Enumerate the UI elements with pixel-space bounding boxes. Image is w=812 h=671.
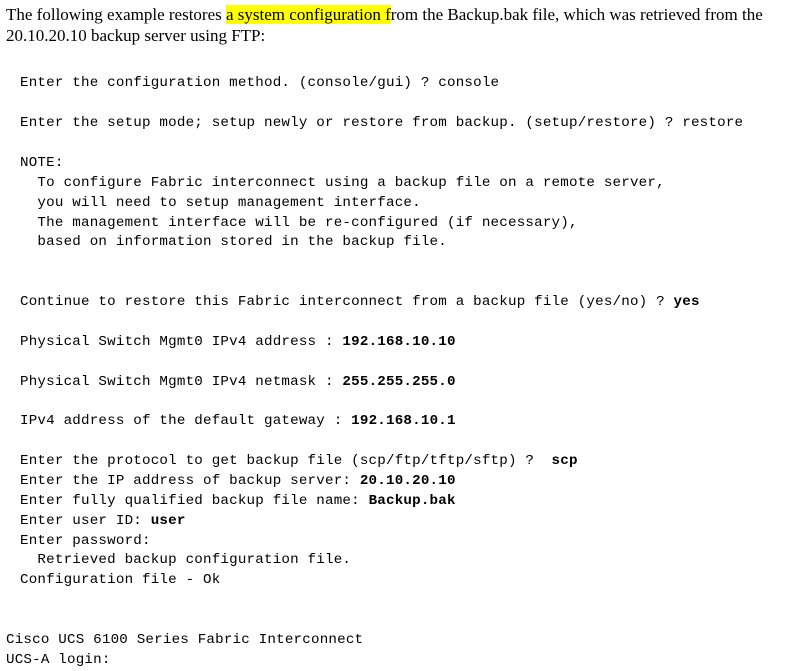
userid-prompt: Enter user ID: [20, 513, 151, 529]
note-line-2: you will need to setup management interf… [20, 195, 421, 211]
protocol-prompt: Enter the protocol to get backup file (s… [20, 453, 552, 469]
footer-line-2: UCS-A login: [6, 652, 111, 668]
config-ok-line: Configuration file - Ok [20, 572, 220, 588]
terminal-output: Enter the configuration method. (console… [20, 55, 806, 592]
netmask-value: 255.255.255.0 [342, 374, 455, 390]
continue-answer: yes [674, 294, 700, 310]
gateway-value: 192.168.10.1 [351, 413, 456, 429]
ip-addr-label: Physical Switch Mgmt0 IPv4 address : [20, 334, 342, 350]
netmask-label: Physical Switch Mgmt0 IPv4 netmask : [20, 374, 342, 390]
ip-addr-value: 192.168.10.10 [342, 334, 455, 350]
retrieved-line: Retrieved backup configuration file. [20, 552, 351, 568]
line-setup-mode: Enter the setup mode; setup newly or res… [20, 115, 743, 131]
userid-answer: user [151, 513, 186, 529]
note-line-3: The management interface will be re-conf… [20, 215, 578, 231]
note-header: NOTE: [20, 155, 64, 171]
intro-highlighted: a system configuration f [226, 5, 391, 24]
intro-paragraph: The following example restores a system … [6, 4, 806, 47]
protocol-answer: scp [552, 453, 578, 469]
server-answer: 20.10.20.10 [360, 473, 456, 489]
continue-prompt: Continue to restore this Fabric intercon… [20, 294, 674, 310]
server-prompt: Enter the IP address of backup server: [20, 473, 360, 489]
filename-prompt: Enter fully qualified backup file name: [20, 493, 369, 509]
footer-line-1: Cisco UCS 6100 Series Fabric Interconnec… [6, 632, 363, 648]
gateway-label: IPv4 address of the default gateway : [20, 413, 351, 429]
note-line-1: To configure Fabric interconnect using a… [20, 175, 665, 191]
line-config-method: Enter the configuration method. (console… [20, 75, 499, 91]
footer-output: Cisco UCS 6100 Series Fabric Interconnec… [6, 611, 806, 671]
filename-answer: Backup.bak [369, 493, 456, 509]
intro-pre: The following example restores [6, 5, 226, 24]
note-line-4: based on information stored in the backu… [20, 234, 447, 250]
